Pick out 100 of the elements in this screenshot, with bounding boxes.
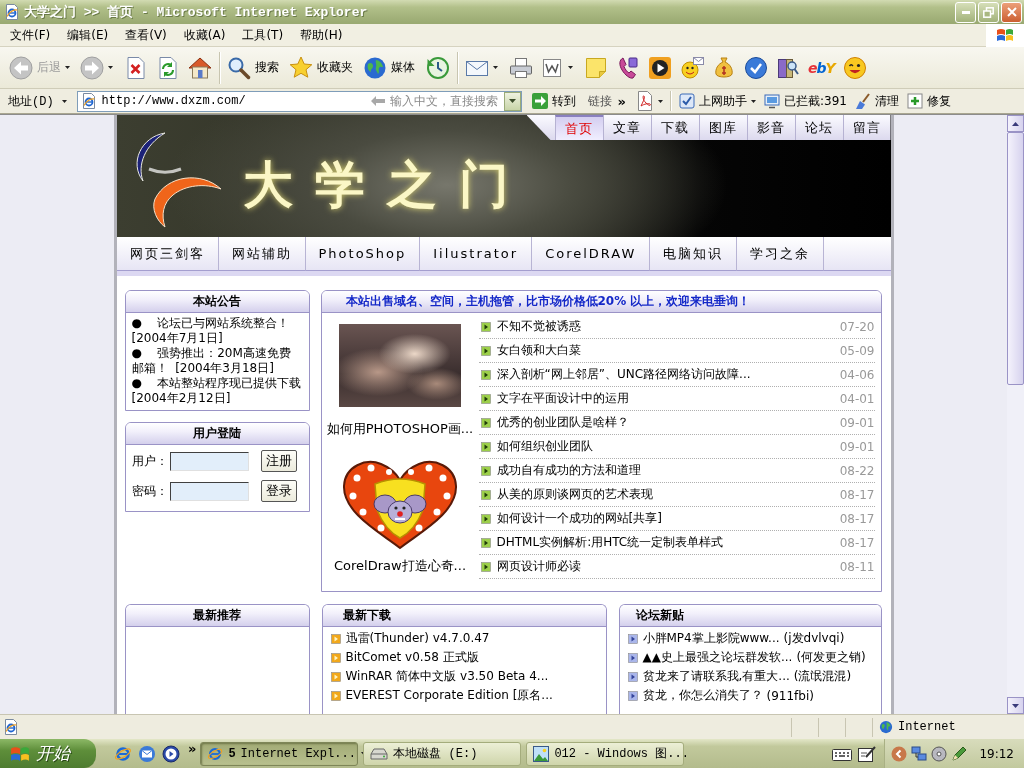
smiley-mail-icon[interactable] bbox=[680, 55, 704, 80]
envelope-circle-icon[interactable] bbox=[138, 744, 156, 763]
category-link[interactable]: 学习之余 bbox=[737, 237, 825, 271]
printer-icon[interactable] bbox=[509, 55, 533, 80]
scroll-up-button[interactable] bbox=[1007, 115, 1024, 132]
money-bag-icon[interactable] bbox=[712, 55, 736, 80]
article-link[interactable]: 如何组织创业团队 bbox=[496, 438, 593, 455]
nav-tab[interactable]: 下载 bbox=[650, 115, 699, 140]
pen-note-icon[interactable] bbox=[858, 745, 877, 762]
address-field[interactable]: http://www.dxzm.com/ 输入中文，直接搜索 bbox=[76, 90, 522, 112]
nav-tab[interactable]: 留言 bbox=[842, 115, 891, 140]
article-date: 08-17 bbox=[839, 487, 875, 502]
article-link[interactable]: 不知不觉被诱惑 bbox=[496, 318, 581, 335]
password-input-field[interactable] bbox=[169, 481, 249, 501]
notice-item[interactable]: ● 论坛已与网站系统整合！ [2004年7月1日] bbox=[131, 316, 303, 346]
menu-item[interactable]: 文件(F) bbox=[4, 23, 57, 47]
forum-post-link[interactable]: 贫龙来了请联系我,有重大... bbox=[642, 668, 790, 685]
notice-item[interactable]: ● 本站整站程序现已提供下载 [2004年2月12日] bbox=[131, 376, 303, 406]
category-link[interactable]: Iilustrator bbox=[420, 237, 533, 271]
go-button[interactable]: 转到 bbox=[527, 90, 580, 112]
browser-page-icon bbox=[80, 93, 97, 109]
forum-post-link[interactable]: 小胖MP4掌上影院www... bbox=[642, 630, 780, 647]
register-button[interactable]: 注册 bbox=[260, 450, 297, 472]
article-link[interactable]: DHTML实例解析:用HTC统一定制表单样式 bbox=[496, 534, 724, 551]
play-circle-icon[interactable] bbox=[162, 744, 180, 763]
forum-post-link[interactable]: ▲▲史上最强之论坛群发软... bbox=[642, 649, 793, 666]
blocked-button[interactable]: 已拦截:391 bbox=[760, 90, 851, 112]
nav-tab[interactable]: 论坛 bbox=[794, 115, 843, 140]
password-label: 密码： bbox=[131, 482, 168, 500]
disc-icon[interactable] bbox=[931, 745, 948, 762]
user-input-field[interactable] bbox=[169, 451, 249, 471]
network-icon[interactable] bbox=[911, 745, 928, 762]
menu-item[interactable]: 编辑(E) bbox=[61, 23, 115, 47]
menu-item[interactable]: 查看(V) bbox=[119, 23, 173, 47]
nav-tab[interactable]: 文章 bbox=[602, 115, 651, 140]
keyboard-icon[interactable] bbox=[832, 746, 853, 761]
clock-icon[interactable] bbox=[426, 55, 450, 80]
close-button[interactable] bbox=[1001, 1, 1022, 23]
article-date: 08-22 bbox=[839, 463, 875, 478]
favorites-button[interactable]: 收藏夹 bbox=[286, 50, 356, 85]
picture-icon bbox=[533, 745, 550, 762]
phone-icon[interactable] bbox=[616, 55, 640, 80]
media-button[interactable]: 媒体 bbox=[360, 50, 418, 85]
flag-icon bbox=[10, 744, 30, 763]
article-link[interactable]: 成功自有成功的方法和道理 bbox=[496, 462, 641, 479]
forum-post-link[interactable]: 贫龙，你怎么消失了？ bbox=[642, 687, 763, 704]
smiley-icon[interactable] bbox=[842, 55, 867, 80]
post-author: (911fbi) bbox=[766, 688, 814, 703]
helper-button[interactable]: 上网助手 bbox=[675, 90, 760, 112]
category-link[interactable]: 网页三剑客 bbox=[116, 237, 219, 271]
download-link[interactable]: BitComet v0.58 正式版 bbox=[345, 649, 479, 666]
article-date: 05-09 bbox=[839, 343, 875, 358]
login-button[interactable]: 登录 bbox=[260, 480, 297, 502]
home-icon[interactable] bbox=[188, 55, 212, 80]
chevron-left-icon[interactable] bbox=[891, 745, 908, 762]
menu-item[interactable]: 帮助(H) bbox=[294, 23, 349, 47]
nav-tab[interactable]: 首页 bbox=[554, 115, 603, 140]
picture-caption[interactable]: CorelDraw打造心奇... bbox=[333, 557, 467, 575]
download-link[interactable]: EVEREST Corporate Edition [原名... bbox=[345, 687, 553, 704]
category-link[interactable]: CorelDRAW bbox=[532, 237, 651, 271]
clean-button[interactable]: 清理 bbox=[850, 90, 903, 112]
article-link[interactable]: 从美的原则谈网页的艺术表现 bbox=[496, 486, 653, 503]
logo-button[interactable]: ebY bbox=[804, 59, 839, 76]
nav-tab[interactable]: 图库 bbox=[698, 115, 747, 140]
notice-item[interactable]: ● 强势推出：20M高速免费邮箱！ [2004年3月18日] bbox=[131, 346, 303, 376]
repair-button[interactable]: 修复 bbox=[902, 90, 955, 112]
article-link[interactable]: 女白领和大白菜 bbox=[496, 342, 581, 359]
check-circle-icon[interactable] bbox=[744, 55, 768, 80]
article-link[interactable]: 网页设计师必读 bbox=[496, 558, 581, 575]
links-label: 链接 bbox=[587, 92, 612, 110]
play-icon[interactable] bbox=[648, 55, 672, 80]
category-link[interactable]: 电脑知识 bbox=[650, 237, 738, 271]
menu-item[interactable]: 收藏(A) bbox=[177, 23, 232, 47]
document-icon bbox=[636, 91, 654, 111]
task-button[interactable]: 012 - Windows 图... bbox=[526, 741, 685, 766]
picture-caption[interactable]: 如何用PHOTOSHOP画... bbox=[326, 420, 474, 438]
more-button[interactable]: » bbox=[611, 93, 632, 109]
article-link[interactable]: 如何设计一个成功的网站[共享] bbox=[496, 510, 662, 527]
search-button[interactable]: 搜索 bbox=[224, 50, 282, 85]
category-link[interactable]: 网站辅助 bbox=[218, 237, 306, 271]
start-button[interactable]: 开始 bbox=[0, 739, 96, 768]
download-link[interactable]: 迅雷(Thunder) v4.7.0.47 bbox=[345, 630, 490, 647]
nav-tab[interactable]: 影音 bbox=[746, 115, 795, 140]
scroll-down-button[interactable] bbox=[1007, 697, 1024, 714]
refresh-icon[interactable] bbox=[156, 55, 180, 80]
caret-icon bbox=[61, 99, 67, 103]
article-link[interactable]: 深入剖析“网上邻居”、UNC路径网络访问故障... bbox=[496, 366, 751, 383]
browser-icon[interactable] bbox=[114, 744, 132, 763]
pen-icon[interactable] bbox=[951, 745, 968, 762]
category-link[interactable]: PhotoShop bbox=[305, 237, 421, 271]
menu-item[interactable]: 工具(T) bbox=[236, 23, 290, 47]
go-arrow-icon bbox=[531, 93, 548, 109]
task-button[interactable]: 本地磁盘 (E:) bbox=[363, 741, 522, 766]
article-link[interactable]: 优秀的创业团队是啥样？ bbox=[496, 414, 629, 431]
scrollbar-thumb[interactable] bbox=[1007, 132, 1024, 385]
article-link[interactable]: 文字在平面设计中的运用 bbox=[496, 390, 629, 407]
more-button[interactable]: » bbox=[184, 741, 201, 756]
dropdown-button[interactable] bbox=[503, 91, 521, 111]
download-link[interactable]: WinRAR 简体中文版 v3.50 Beta 4... bbox=[345, 668, 549, 685]
stop-icon[interactable] bbox=[124, 55, 148, 80]
